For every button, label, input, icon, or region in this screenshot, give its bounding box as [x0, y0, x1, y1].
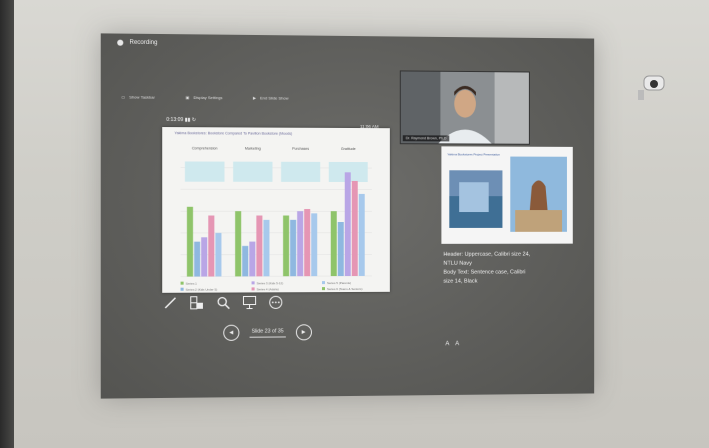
projected-screen: Recording ▭ Show Taskbar ▣ Display Setti…	[100, 33, 595, 399]
category-label: Comprehension	[192, 146, 218, 150]
next-slide-button[interactable]: ▶	[295, 324, 312, 341]
bar	[330, 210, 337, 276]
legend-swatch	[321, 286, 325, 290]
bar	[296, 210, 303, 276]
bar	[337, 221, 344, 276]
notes-line: Header: Uppercase, Calibri size 24,	[443, 251, 531, 258]
chevron-left-icon: ◀	[229, 329, 234, 336]
taskbar-icon: ▭	[121, 94, 126, 100]
bar	[303, 208, 310, 276]
room-wall	[0, 0, 14, 448]
bar	[263, 219, 270, 277]
more-icon[interactable]	[268, 294, 284, 310]
legend-label: Series 1	[186, 282, 197, 286]
legend-swatch	[251, 281, 255, 285]
speaker-notes: Header: Uppercase, Calibri size 24, NTLU…	[443, 251, 570, 287]
bar	[290, 219, 297, 277]
chevron-right-icon: ▶	[301, 329, 306, 336]
elapsed-timer: 0:13:09 ▮▮ ↻	[166, 116, 197, 124]
slide-counter[interactable]: Slide 23 of 35	[249, 327, 286, 338]
font-size-controls: A A	[445, 341, 459, 347]
pause-icon[interactable]: ▮▮	[185, 117, 192, 123]
next-slide-title: Yakima Bookstores Project Presentation	[447, 152, 500, 157]
pen-icon[interactable]	[162, 295, 178, 311]
bar	[235, 211, 242, 277]
recording-indicator: Recording	[117, 39, 158, 47]
camera-name-label: Dr. Raymond Brown, Ph.D	[402, 135, 450, 142]
legend-swatch	[180, 281, 184, 285]
legend-label: Series 5 (Parents)	[327, 281, 351, 285]
bar	[344, 172, 351, 276]
legend-swatch	[180, 287, 184, 291]
bar	[242, 245, 249, 277]
reset-icon[interactable]: ↻	[192, 117, 196, 123]
bar	[186, 206, 194, 277]
legend-label: Series 6 (Teens & Seniors)	[327, 287, 362, 291]
decrease-font-button[interactable]: A	[455, 341, 459, 347]
display-settings-button[interactable]: ▣ Display Settings	[185, 95, 222, 100]
end-icon: ▶	[252, 95, 256, 101]
presenter-toolbar: ▭ Show Taskbar ▣ Display Settings ▶ End …	[121, 94, 288, 100]
security-camera-icon	[636, 72, 676, 109]
legend-label: Series 4 (Adults)	[257, 287, 279, 291]
category-label: Purchases	[292, 147, 309, 151]
notes-line: Body Text: Sentence case, Calibri	[443, 269, 526, 276]
legend-label: Series 3 (Kids 5-12)	[257, 281, 284, 285]
pointer-icon[interactable]	[241, 294, 257, 310]
legend-swatch	[251, 287, 255, 291]
bar	[194, 241, 201, 277]
legend-swatch	[321, 280, 325, 284]
category-label: Marketing	[245, 147, 261, 151]
presenter-tools	[162, 294, 284, 311]
show-taskbar-button[interactable]: ▭ Show Taskbar	[121, 94, 155, 99]
bar	[351, 180, 358, 277]
presenter-camera: Dr. Raymond Brown, Ph.D	[399, 70, 530, 145]
bar	[208, 215, 215, 277]
zoom-icon[interactable]	[215, 295, 231, 311]
notes-line: size 14, Black	[443, 278, 478, 285]
bar	[201, 237, 208, 277]
display-icon: ▣	[185, 94, 190, 100]
slide-navigation: ◀ Slide 23 of 35 ▶	[223, 324, 312, 341]
bar-chart: Comprehension Marketing Purchases Gratitude…	[162, 146, 390, 292]
slide-title: Yakima Bookstores: Bookstore Compared To…	[174, 131, 293, 136]
category-band	[281, 161, 321, 182]
legend-label: Series 2 (Kids Under 5)	[186, 288, 217, 292]
recording-label: Recording	[129, 39, 158, 47]
category-label: Gratitude	[341, 147, 356, 151]
bar	[249, 241, 256, 277]
bar	[256, 215, 263, 277]
record-icon	[117, 39, 124, 46]
next-slide-preview[interactable]: Yakima Bookstores Project Presentation	[441, 146, 573, 244]
bar	[358, 194, 366, 277]
next-slide-image	[449, 156, 567, 232]
previous-slide-button[interactable]: ◀	[223, 324, 240, 341]
slide-grid-icon[interactable]	[189, 295, 205, 311]
notes-line: NTLU Navy	[443, 260, 472, 267]
bar	[310, 212, 317, 276]
bar	[283, 215, 290, 277]
bar	[215, 232, 222, 277]
end-show-button[interactable]: ▶ End Slide Show	[253, 95, 289, 100]
current-slide: Yakima Bookstores: Bookstore Compared To…	[162, 127, 390, 293]
category-band	[233, 161, 273, 182]
presenter-video	[400, 71, 529, 144]
category-band	[184, 161, 225, 182]
increase-font-button[interactable]: A	[445, 341, 449, 347]
